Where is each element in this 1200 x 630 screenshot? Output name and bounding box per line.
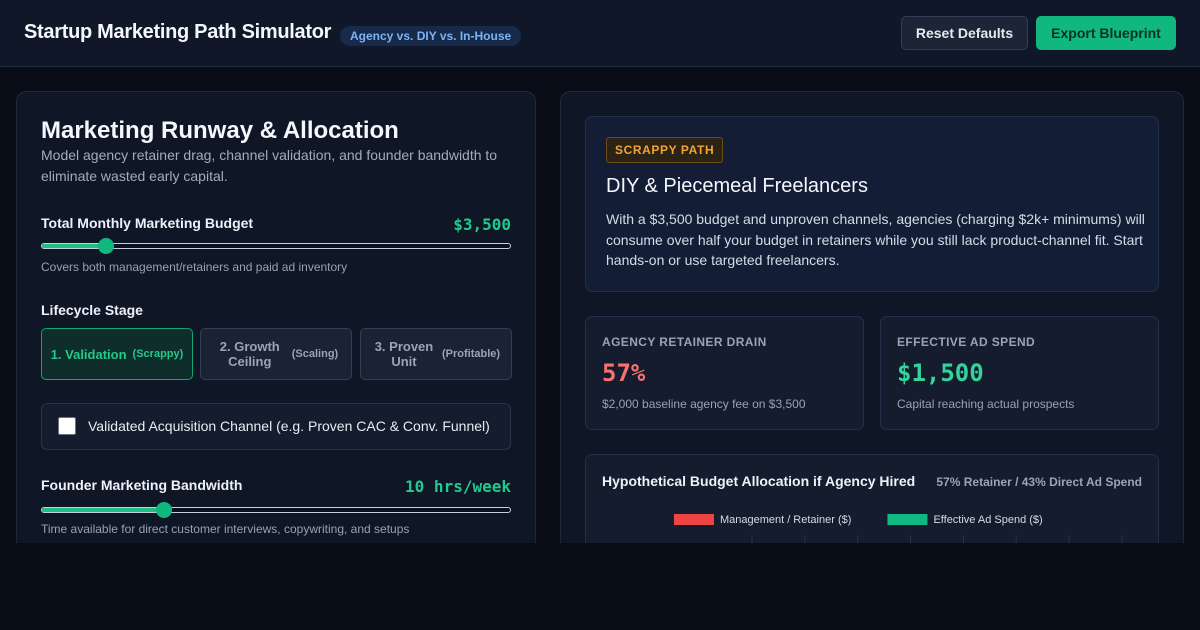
stage-growth-tag: (Scaling) [291, 348, 339, 360]
bandwidth-slider-fill [42, 508, 164, 512]
recommendation-body: With a $3,500 budget and unproven channe… [606, 211, 1145, 268]
config-title: Marketing Runway & Allocation [41, 117, 399, 144]
config-subtitle: Model agency retainer drag, channel vali… [41, 147, 498, 184]
effective-spend-help: Capital reaching actual prospects [897, 397, 1075, 411]
lifecycle-label: Lifecycle Stage [41, 302, 143, 318]
validated-channel-option[interactable]: Validated Acquisition Channel (e.g. Prov… [41, 403, 511, 450]
export-blueprint-button[interactable]: Export Blueprint [1036, 16, 1176, 50]
recommendation-card: SCRAPPY PATH DIY & Piecemeal Freelancers… [585, 116, 1159, 292]
retainer-drain-value: 57% [602, 359, 646, 387]
stage-proven-button[interactable]: 3. Proven Unit (Profitable) [360, 328, 512, 380]
budget-label: Total Monthly Marketing Budget [41, 215, 254, 231]
bandwidth-label: Founder Marketing Bandwidth [41, 477, 243, 493]
legend-swatch-0 [673, 514, 714, 525]
stage-validation-button[interactable]: 1. Validation (Scrappy) [41, 328, 193, 380]
app-title: Startup Marketing Path Simulator [24, 21, 332, 43]
mode-badge: Agency vs. DIY vs. In-House [340, 26, 522, 46]
budget-slider-fill [42, 244, 107, 248]
viewport-fold [0, 543, 1200, 630]
stage-proven-tag: (Profitable) [441, 348, 501, 360]
budget-slider[interactable] [41, 238, 511, 254]
config-panel: Marketing Runway & Allocation Model agen… [16, 91, 536, 561]
retainer-drain-card: AGENCY RETAINER DRAIN 57% $2,000 baselin… [585, 316, 864, 430]
retainer-drain-help: $2,000 baseline agency fee on $3,500 [602, 397, 806, 411]
stage-validation-tag: (Scrappy) [132, 348, 184, 360]
stage-growth-button[interactable]: 2. Growth Ceiling (Scaling) [200, 328, 352, 380]
path-badge: SCRAPPY PATH [606, 137, 724, 163]
effective-spend-value: $1,500 [897, 359, 984, 387]
bandwidth-value: 10 hrs/week [405, 477, 511, 496]
effective-spend-card: EFFECTIVE AD SPEND $1,500 Capital reachi… [880, 316, 1159, 430]
reset-defaults-button[interactable]: Reset Defaults [901, 16, 1028, 50]
budget-help: Covers both management/retainers and pai… [41, 260, 348, 274]
legend-swatch-1 [887, 514, 928, 525]
results-panel: SCRAPPY PATH DIY & Piecemeal Freelancers… [560, 91, 1184, 561]
stage-validation-label: 1. Validation [50, 346, 127, 362]
legend-label-1: Effective Ad Spend ($) [933, 514, 1042, 526]
effective-spend-label: EFFECTIVE AD SPEND [897, 335, 1036, 349]
bandwidth-slider-thumb[interactable] [155, 502, 172, 518]
legend-label-0: Management / Retainer ($) [720, 514, 851, 526]
bandwidth-slider[interactable] [41, 502, 511, 518]
app-header: Startup Marketing Path Simulator Agency … [0, 0, 1200, 67]
validated-channel-checkbox[interactable] [58, 417, 76, 435]
budget-value: $3,500 [453, 215, 511, 234]
validated-channel-label[interactable]: Validated Acquisition Channel (e.g. Prov… [88, 418, 490, 434]
bandwidth-help: Time available for direct customer inter… [41, 522, 410, 536]
retainer-drain-label: AGENCY RETAINER DRAIN [602, 335, 767, 349]
stage-proven-label: 3. Proven Unit [374, 339, 434, 369]
recommendation-title: DIY & Piecemeal Freelancers [606, 175, 868, 197]
budget-slider-thumb[interactable] [98, 238, 115, 254]
stage-growth-label: 2. Growth Ceiling [219, 339, 280, 369]
